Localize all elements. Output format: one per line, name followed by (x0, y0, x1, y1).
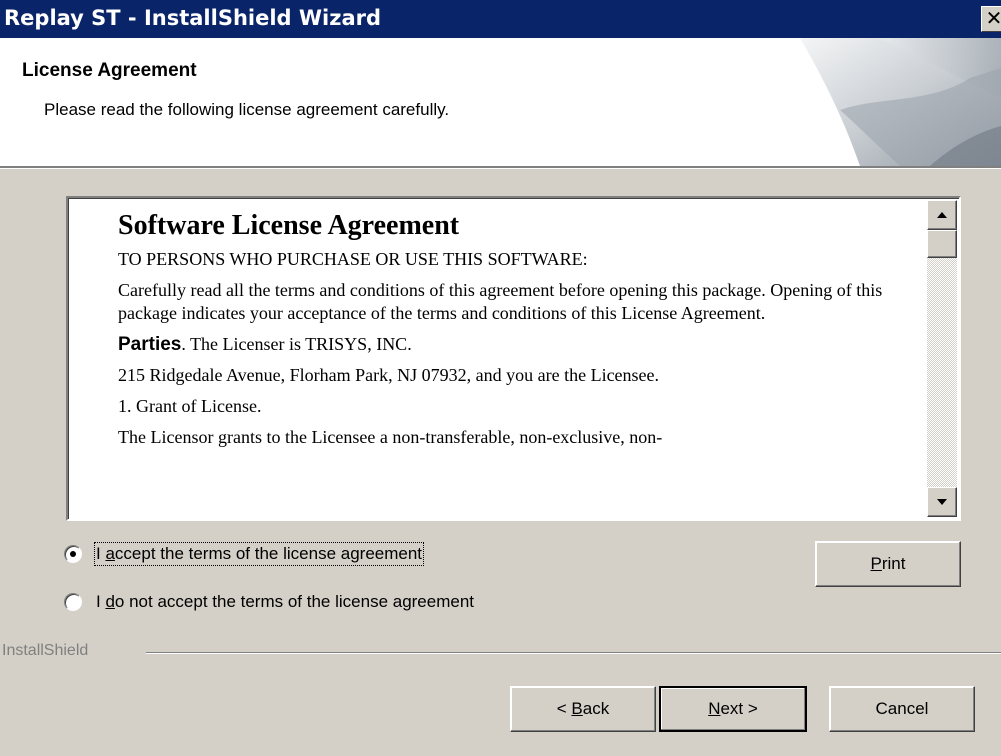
page-title: License Agreement (22, 60, 197, 81)
license-heading: Software License Agreement (118, 210, 460, 241)
license-text-box[interactable]: Software License Agreement TO PERSONS WH… (66, 196, 961, 521)
back-button[interactable]: < Back (510, 686, 656, 732)
installshield-brand: InstallShield (2, 642, 89, 659)
page-subtitle: Please read the following license agreem… (44, 100, 450, 119)
parties-text: . The Licenser is TRISYS, INC. (181, 334, 412, 354)
next-button[interactable]: Next > (659, 686, 807, 732)
footer-divider-highlight (146, 653, 1001, 654)
print-button[interactable]: Print (815, 541, 961, 587)
accept-option[interactable]: I accept the terms of the license agreem… (64, 541, 425, 567)
scroll-up-arrow-icon (937, 212, 947, 218)
header-divider (0, 168, 1001, 169)
license-paragraph: 215 Ridgedale Avenue, Florham Park, NJ 0… (118, 365, 660, 385)
decline-radio[interactable] (64, 593, 82, 611)
scroll-down-button[interactable] (927, 487, 957, 517)
decline-label[interactable]: I do not accept the terms of the license… (96, 592, 474, 612)
parties-label: Parties (118, 334, 182, 355)
wizard-header: License Agreement Please read the follow… (0, 38, 1001, 168)
scroll-up-button[interactable] (927, 200, 957, 230)
license-content: Software License Agreement TO PERSONS WH… (118, 204, 918, 457)
window-title: Replay ST - InstallShield Wizard (4, 6, 382, 30)
accept-radio[interactable] (64, 545, 82, 563)
license-paragraph: TO PERSONS WHO PURCHASE OR USE THIS SOFT… (118, 249, 588, 269)
close-button[interactable]: ✕ (981, 6, 1001, 32)
license-scrollbar[interactable] (927, 200, 957, 517)
scroll-down-arrow-icon (937, 499, 947, 505)
scroll-thumb[interactable] (927, 230, 957, 258)
cancel-button[interactable]: Cancel (829, 686, 975, 732)
accept-label[interactable]: I accept the terms of the license agreem… (93, 542, 425, 566)
title-bar: Replay ST - InstallShield Wizard ✕ (0, 0, 1001, 38)
license-paragraph: 1. Grant of License. (118, 396, 262, 416)
license-parties: Parties. The Licenser is TRISYS, INC. (118, 333, 918, 356)
license-paragraph: The Licensor grants to the Licensee a no… (118, 427, 663, 447)
license-paragraph: Carefully read all the terms and conditi… (118, 280, 883, 323)
decline-option[interactable]: I do not accept the terms of the license… (64, 589, 474, 615)
close-icon: ✕ (985, 6, 1001, 30)
